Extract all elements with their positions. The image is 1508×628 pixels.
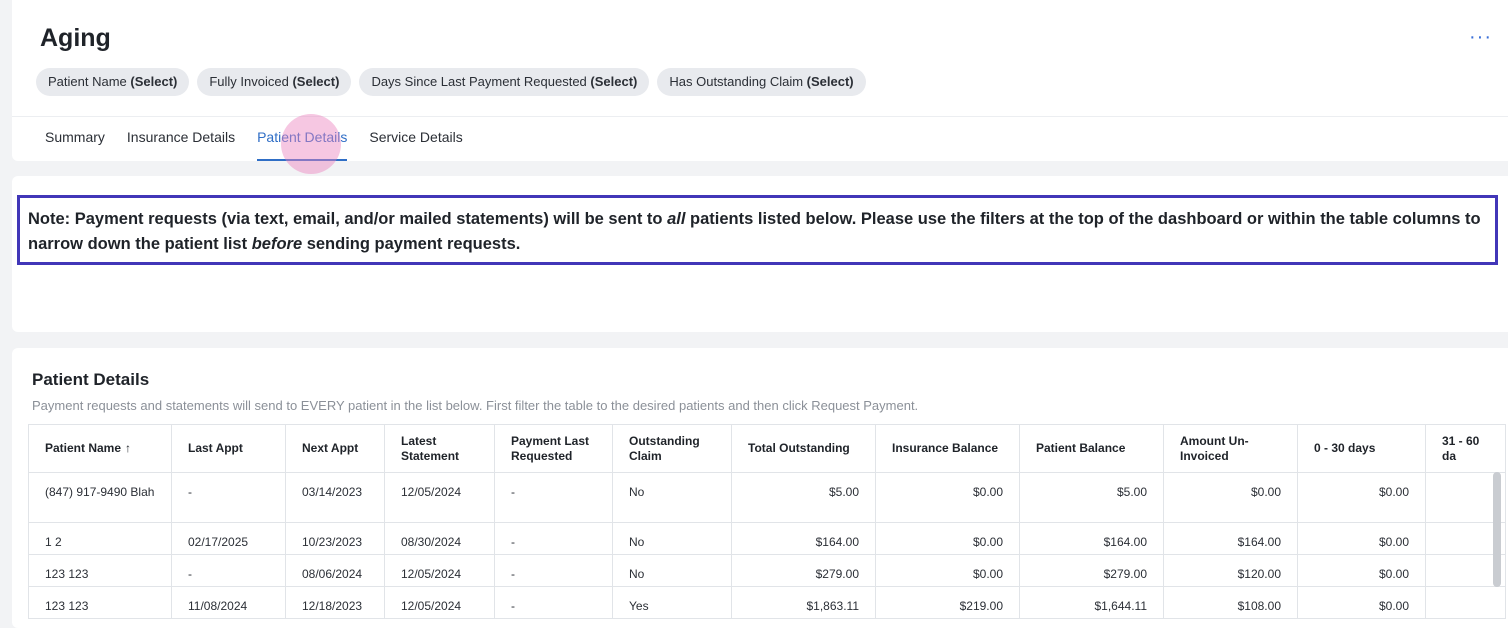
cell: 08/30/2024 xyxy=(384,522,495,555)
cell: 02/17/2025 xyxy=(171,522,286,555)
cell: - xyxy=(494,472,613,523)
cell: $0.00 xyxy=(1297,554,1426,587)
cell: $279.00 xyxy=(1019,554,1164,587)
table-header-row: Patient Name ↑ Last Appt Next Appt Latest… xyxy=(28,424,1506,473)
header-card: Aging ··· Patient Name (Select) Fully In… xyxy=(12,0,1508,161)
table-row[interactable]: 1 2 02/17/2025 10/23/2023 08/30/2024 - N… xyxy=(28,522,1506,555)
note-card: Note: Payment requests (via text, email,… xyxy=(12,176,1508,332)
tab-bar: Summary Insurance Details Patient Detail… xyxy=(45,117,463,161)
cell-patient-name: 123 123 xyxy=(28,554,172,587)
cell: $0.00 xyxy=(875,554,1020,587)
cell: $0.00 xyxy=(875,472,1020,523)
cell: $5.00 xyxy=(1019,472,1164,523)
column-header[interactable]: Insurance Balance xyxy=(875,424,1020,473)
cell: 12/05/2024 xyxy=(384,554,495,587)
filter-bar: Patient Name (Select) Fully Invoiced (Se… xyxy=(36,68,866,96)
tab-service-details[interactable]: Service Details xyxy=(369,117,462,161)
cell: No xyxy=(612,472,732,523)
column-header[interactable]: 0 - 30 days xyxy=(1297,424,1426,473)
cell-patient-name: (847) 917-9490 Blah xyxy=(28,472,172,523)
cell: $0.00 xyxy=(1297,522,1426,555)
column-header[interactable]: Amount Un-Invoiced xyxy=(1163,424,1298,473)
cell: - xyxy=(171,554,286,587)
cell: 08/06/2024 xyxy=(285,554,385,587)
tab-patient-details[interactable]: Patient Details xyxy=(257,117,348,161)
cell: $164.00 xyxy=(1019,522,1164,555)
filter-days-since-last-payment[interactable]: Days Since Last Payment Requested (Selec… xyxy=(359,68,650,96)
column-header[interactable]: Outstanding Claim xyxy=(612,424,732,473)
cell: $0.00 xyxy=(1163,472,1298,523)
tab-summary[interactable]: Summary xyxy=(45,117,105,161)
filter-has-outstanding-claim[interactable]: Has Outstanding Claim (Select) xyxy=(657,68,866,96)
table-row[interactable]: 123 123 - 08/06/2024 12/05/2024 - No $27… xyxy=(28,554,1506,587)
cell: $120.00 xyxy=(1163,554,1298,587)
filter-fully-invoiced[interactable]: Fully Invoiced (Select) xyxy=(197,68,352,96)
column-header[interactable]: Total Outstanding xyxy=(731,424,876,473)
cell: $164.00 xyxy=(731,522,876,555)
cell: - xyxy=(494,522,613,555)
more-options-icon[interactable]: ··· xyxy=(1469,26,1492,49)
patient-details-card: Patient Details Payment requests and sta… xyxy=(12,348,1508,628)
column-header[interactable]: Last Appt xyxy=(171,424,286,473)
cell: 12/05/2024 xyxy=(384,472,495,523)
section-title: Patient Details xyxy=(32,370,150,389)
column-header-patient-name[interactable]: Patient Name ↑ xyxy=(28,424,172,473)
cell: $0.00 xyxy=(875,522,1020,555)
cell: $0.00 xyxy=(1297,472,1426,523)
table-scrollbar[interactable] xyxy=(1493,472,1501,587)
cell: No xyxy=(612,522,732,555)
section-subtitle: Payment requests and statements will sen… xyxy=(32,398,919,413)
cell: No xyxy=(612,554,732,587)
cell: $164.00 xyxy=(1163,522,1298,555)
payment-note: Note: Payment requests (via text, email,… xyxy=(17,195,1498,265)
table-row[interactable]: (847) 917-9490 Blah - 03/14/2023 12/05/2… xyxy=(28,472,1506,523)
column-header[interactable]: Payment Last Requested xyxy=(494,424,613,473)
cell: $279.00 xyxy=(731,554,876,587)
cell: 03/14/2023 xyxy=(285,472,385,523)
column-header[interactable]: Latest Statement xyxy=(384,424,495,473)
cell: 10/23/2023 xyxy=(285,522,385,555)
column-header[interactable]: Patient Balance xyxy=(1019,424,1164,473)
patient-details-table: Patient Name ↑ Last Appt Next Appt Latest… xyxy=(28,424,1506,619)
page-title: Aging xyxy=(40,24,111,52)
column-header[interactable]: Next Appt xyxy=(285,424,385,473)
cell: - xyxy=(494,554,613,587)
cell-patient-name: 1 2 xyxy=(28,522,172,555)
cell: $5.00 xyxy=(731,472,876,523)
filter-patient-name[interactable]: Patient Name (Select) xyxy=(36,68,190,96)
sort-ascending-icon[interactable]: ↑ xyxy=(125,441,131,455)
column-header[interactable]: 31 - 60 da xyxy=(1425,424,1506,473)
tab-insurance-details[interactable]: Insurance Details xyxy=(127,117,235,161)
cell: - xyxy=(171,472,286,523)
